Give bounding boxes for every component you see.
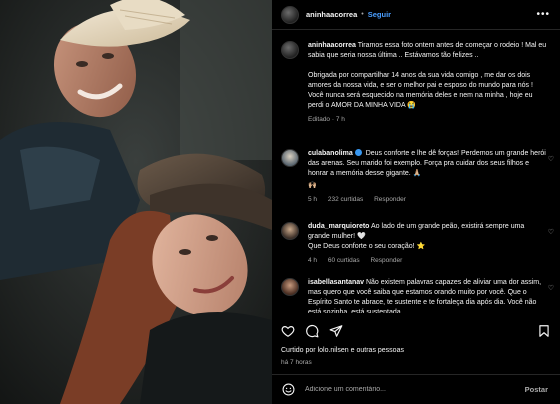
post-photo[interactable] (0, 0, 272, 404)
comment-item: isabellasantanav Não existem palavras ca… (281, 278, 556, 313)
comment-heart-icon[interactable]: ♡ (548, 228, 554, 236)
post-actions-bar (272, 322, 560, 342)
save-bookmark-icon[interactable] (537, 324, 551, 338)
author-username[interactable]: aninhaacorrea (306, 10, 357, 19)
post-time[interactable]: há 7 horas (281, 359, 312, 366)
like-heart-icon[interactable] (281, 324, 295, 338)
follow-button[interactable]: Seguir (368, 10, 391, 19)
comment-extra: 🙌🏼 (308, 182, 317, 189)
comment-heart-icon[interactable]: ♡ (548, 155, 554, 163)
post-caption: aninhaacorrea Tiramos essa foto ontem an… (281, 41, 551, 125)
comment-username[interactable]: culabanolima (308, 150, 353, 157)
share-paper-plane-icon[interactable] (329, 324, 343, 338)
comment-avatar[interactable] (281, 222, 299, 240)
comment-likes[interactable]: 232 curtidas (328, 196, 363, 203)
comment-avatar[interactable] (281, 149, 299, 167)
add-comment-input[interactable] (305, 386, 505, 393)
comment-heart-icon[interactable]: ♡ (548, 284, 554, 292)
emoji-icon[interactable] (282, 383, 295, 396)
post-header: aninhaacorrea • Seguir ••• (272, 0, 560, 30)
comment-likes[interactable]: 60 curtidas (328, 257, 360, 264)
add-comment-bar: Postar (272, 375, 560, 404)
post-comment-button[interactable]: Postar (525, 385, 548, 394)
comments-scroll-area[interactable]: aninhaacorrea Tiramos essa foto ontem an… (272, 31, 560, 313)
comment-bubble-icon[interactable] (305, 324, 319, 338)
comment-text-2: Que Deus conforte o seu coração! ⭐ (308, 243, 426, 250)
comment-avatar[interactable] (281, 278, 299, 296)
caption-username[interactable]: aninhaacorrea (308, 42, 356, 49)
comment-item: culabanolima Deus conforte e lhe dê forç… (281, 149, 556, 205)
caption-meta: Editado · 7 h (308, 116, 345, 123)
comment-username[interactable]: isabellasantanav (308, 279, 364, 286)
caption-text-2: Obrigada por compartilhar 14 anos da sua… (308, 72, 533, 109)
ellipsis-icon[interactable]: ••• (536, 9, 550, 20)
comment-reply-button[interactable]: Responder (370, 257, 402, 264)
comment-time[interactable]: 5 h (308, 196, 317, 203)
author-avatar[interactable] (281, 5, 299, 24)
comment-reply-button[interactable]: Responder (374, 196, 406, 203)
photo-illustration (0, 0, 272, 404)
comment-time[interactable]: 4 h (308, 257, 317, 264)
caption-author-avatar[interactable] (281, 41, 299, 59)
post-details-panel: aninhaacorrea • Seguir ••• aninhaacorrea… (272, 0, 560, 404)
comment-item: duda_marquioreto Ao lado de um grande pe… (281, 222, 556, 266)
verified-badge-icon (354, 149, 362, 156)
liked-by-text[interactable]: Curtido por lolo.nilsen e outras pessoas (281, 347, 404, 354)
separator-dot: • (361, 11, 364, 18)
comment-username[interactable]: duda_marquioreto (308, 223, 369, 230)
